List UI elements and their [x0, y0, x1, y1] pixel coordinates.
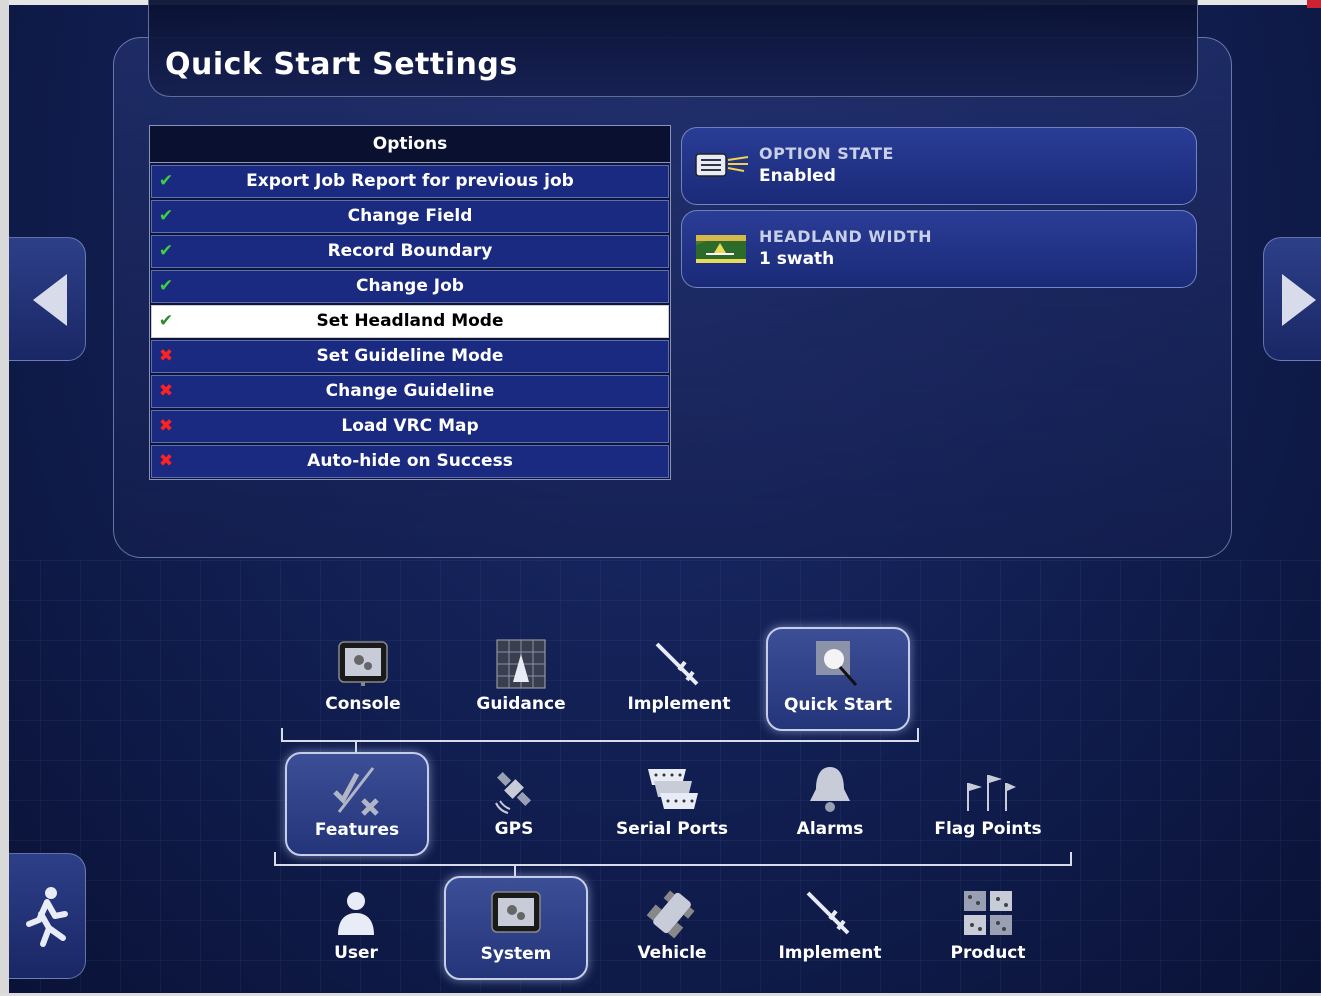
option-row-change-job[interactable]: ✔ Change Job: [151, 270, 669, 303]
check-icon: ✔: [158, 206, 174, 226]
nav-label: Console: [325, 694, 401, 714]
product-icon: [964, 891, 1012, 935]
user-icon: [338, 892, 374, 935]
headland-width-label: HEADLAND WIDTH: [759, 227, 932, 246]
quick-start-icon: [816, 641, 858, 686]
exit-button[interactable]: [9, 853, 86, 979]
window-frame-left: [0, 0, 9, 996]
option-row-change-field[interactable]: ✔ Change Field: [151, 200, 669, 233]
headland-width-button[interactable]: HEADLAND WIDTH 1 swath: [681, 210, 1197, 288]
nav-console[interactable]: Console: [298, 628, 428, 728]
console-icon: [338, 641, 388, 686]
option-label: Export Job Report for previous job: [246, 171, 574, 191]
nav-label: Quick Start: [783, 695, 893, 715]
nav-flag-points[interactable]: Flag Points: [923, 753, 1053, 853]
options-table: Options ✔ Export Job Report for previous…: [149, 125, 671, 480]
check-icon: ✔: [158, 311, 174, 331]
nav-label: Features: [314, 820, 400, 840]
guidance-icon: [496, 639, 546, 689]
nav-alarms[interactable]: Alarms: [765, 753, 895, 853]
list-icon: [695, 153, 749, 177]
option-row-auto-hide-on-success[interactable]: ✖ Auto-hide on Success: [151, 445, 669, 478]
cross-icon: ✖: [158, 416, 174, 436]
check-icon: ✔: [158, 276, 174, 296]
nav-implement-system[interactable]: Implement: [765, 877, 895, 977]
nav-label: Implement: [778, 943, 882, 963]
nav-user[interactable]: User: [291, 877, 421, 977]
flags-icon: [967, 775, 1016, 811]
vehicle-icon: [646, 890, 695, 939]
page-title: Quick Start Settings: [165, 47, 518, 82]
implement-icon: [806, 891, 850, 935]
nav-label: Vehicle: [637, 943, 707, 963]
nav-label: Guidance: [476, 694, 566, 714]
option-state-value: Enabled: [759, 166, 836, 186]
option-row-record-boundary[interactable]: ✔ Record Boundary: [151, 235, 669, 268]
nav-gps[interactable]: GPS: [449, 753, 579, 853]
nav-label: Alarms: [796, 819, 864, 839]
nav-serial-ports[interactable]: Serial Ports: [607, 753, 737, 853]
option-label: Auto-hide on Success: [307, 451, 513, 471]
bell-icon: [810, 767, 850, 812]
nav-label: User: [334, 943, 378, 963]
nav-product[interactable]: Product: [923, 877, 1053, 977]
option-label: Set Guideline Mode: [316, 346, 504, 366]
check-icon: ✔: [158, 241, 174, 261]
option-label: Change Field: [347, 206, 473, 226]
option-label: Set Headland Mode: [316, 311, 504, 331]
nav-features[interactable]: Features: [285, 752, 429, 856]
option-row-export-job-report[interactable]: ✔ Export Job Report for previous job: [151, 165, 669, 198]
implement-icon: [655, 642, 699, 686]
option-row-change-guideline[interactable]: ✖ Change Guideline: [151, 375, 669, 408]
option-label: Load VRC Map: [341, 416, 479, 436]
arrow-right-icon: [1282, 274, 1316, 326]
check-icon: ✔: [158, 171, 174, 191]
option-label: Change Job: [356, 276, 464, 296]
headland-width-value: 1 swath: [759, 249, 835, 269]
option-label: Record Boundary: [327, 241, 493, 261]
option-row-set-guideline-mode[interactable]: ✖ Set Guideline Mode: [151, 340, 669, 373]
bracket-stem-row2: [514, 864, 516, 876]
satellite-icon: [495, 772, 531, 814]
nav-label: System: [480, 944, 552, 964]
nav-quick-start[interactable]: Quick Start: [766, 627, 910, 731]
headland-icon: [696, 235, 746, 263]
nav-label: Implement: [627, 694, 731, 714]
option-state-button[interactable]: OPTION STATE Enabled: [681, 127, 1197, 205]
cross-icon: ✖: [158, 451, 174, 471]
nav-label: GPS: [494, 819, 534, 839]
cross-icon: ✖: [158, 346, 174, 366]
arrow-left-icon: [33, 274, 67, 326]
option-row-load-vrc-map[interactable]: ✖ Load VRC Map: [151, 410, 669, 443]
option-state-label: OPTION STATE: [759, 144, 894, 163]
option-row-set-headland-mode[interactable]: ✔ Set Headland Mode: [151, 305, 669, 338]
nav-system[interactable]: System: [444, 876, 588, 980]
nav-label: Flag Points: [934, 819, 1042, 839]
nav-label: Product: [950, 943, 1026, 963]
previous-page-button[interactable]: [9, 237, 86, 361]
cross-icon: ✖: [158, 381, 174, 401]
system-icon: [491, 891, 541, 933]
options-header: Options: [150, 126, 670, 163]
features-icon: [333, 767, 379, 816]
nav-vehicle[interactable]: Vehicle: [607, 877, 737, 977]
nav-label: Serial Ports: [616, 819, 728, 839]
option-label: Change Guideline: [325, 381, 495, 401]
nav-guidance[interactable]: Guidance: [456, 628, 586, 728]
next-page-button[interactable]: [1263, 237, 1321, 361]
nav-implement[interactable]: Implement: [614, 628, 744, 728]
bracket-stem-row1: [355, 740, 357, 752]
exit-icon: [26, 887, 68, 947]
serial-ports-icon: [648, 769, 698, 809]
corner-indicator: [1307, 0, 1321, 8]
